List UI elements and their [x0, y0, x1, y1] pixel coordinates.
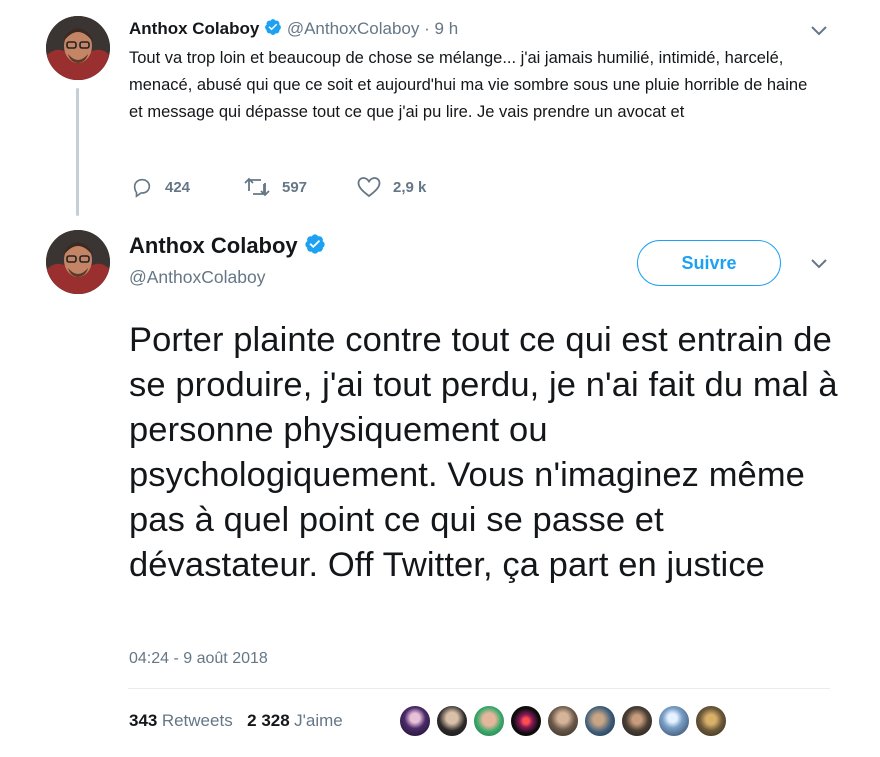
author-line: Anthox Colaboy [129, 233, 326, 261]
tweet-actions: 424 597 2,9 k [131, 176, 426, 198]
avatar[interactable] [694, 704, 728, 738]
like-icon [357, 176, 381, 198]
retweets-stat[interactable]: 343 Retweets [129, 711, 237, 730]
reply-button[interactable]: 424 [131, 176, 244, 198]
retweets-label: Retweets [161, 711, 233, 730]
reply-count: 424 [165, 178, 191, 196]
liked-by-avatars [398, 704, 728, 738]
divider [128, 688, 830, 689]
retweets-count: 343 [129, 711, 158, 730]
author-name[interactable]: Anthox Colaboy [129, 233, 298, 258]
tweet-stats: 343 Retweets 2 328 J'aime [129, 711, 343, 731]
time-separator: · [424, 18, 430, 38]
tweet-text: Tout va trop loin et beaucoup de chose s… [129, 49, 808, 121]
tweet-timestamp[interactable]: 04:24 - 9 août 2018 [129, 650, 268, 668]
avatar[interactable] [583, 704, 617, 738]
retweet-button[interactable]: 597 [244, 176, 357, 198]
avatar[interactable] [46, 16, 110, 80]
chevron-down-icon[interactable] [810, 257, 828, 275]
avatar[interactable] [472, 704, 506, 738]
like-button[interactable]: 2,9 k [357, 176, 426, 198]
avatar[interactable] [398, 704, 432, 738]
avatar[interactable] [620, 704, 654, 738]
author-handle[interactable]: @AnthoxColaboy [129, 267, 265, 288]
tweet-text: Porter plainte contre tout ce qui est en… [129, 321, 838, 584]
follow-button[interactable]: Suivre [637, 240, 781, 286]
verified-badge-icon [264, 18, 282, 41]
avatar[interactable] [509, 704, 543, 738]
avatar[interactable] [435, 704, 469, 738]
chevron-down-icon[interactable] [810, 24, 828, 42]
reply-icon [131, 176, 153, 198]
avatar[interactable] [657, 704, 691, 738]
thread-line [76, 88, 79, 216]
verified-badge-icon [304, 233, 326, 261]
retweet-count: 597 [282, 178, 308, 196]
author-handle[interactable]: @AnthoxColaboy [287, 19, 420, 38]
retweet-icon [244, 176, 270, 198]
like-count: 2,9 k [393, 178, 427, 196]
likes-stat[interactable]: 2 328 J'aime [247, 711, 343, 730]
tweet-header: Anthox Colaboy @AnthoxColaboy · 9 h [129, 18, 458, 41]
avatar[interactable] [546, 704, 580, 738]
tweet-time[interactable]: 9 h [435, 19, 459, 38]
likes-count: 2 328 [247, 711, 290, 730]
author-name[interactable]: Anthox Colaboy [129, 19, 259, 38]
avatar[interactable] [46, 230, 110, 294]
likes-label: J'aime [294, 711, 343, 730]
